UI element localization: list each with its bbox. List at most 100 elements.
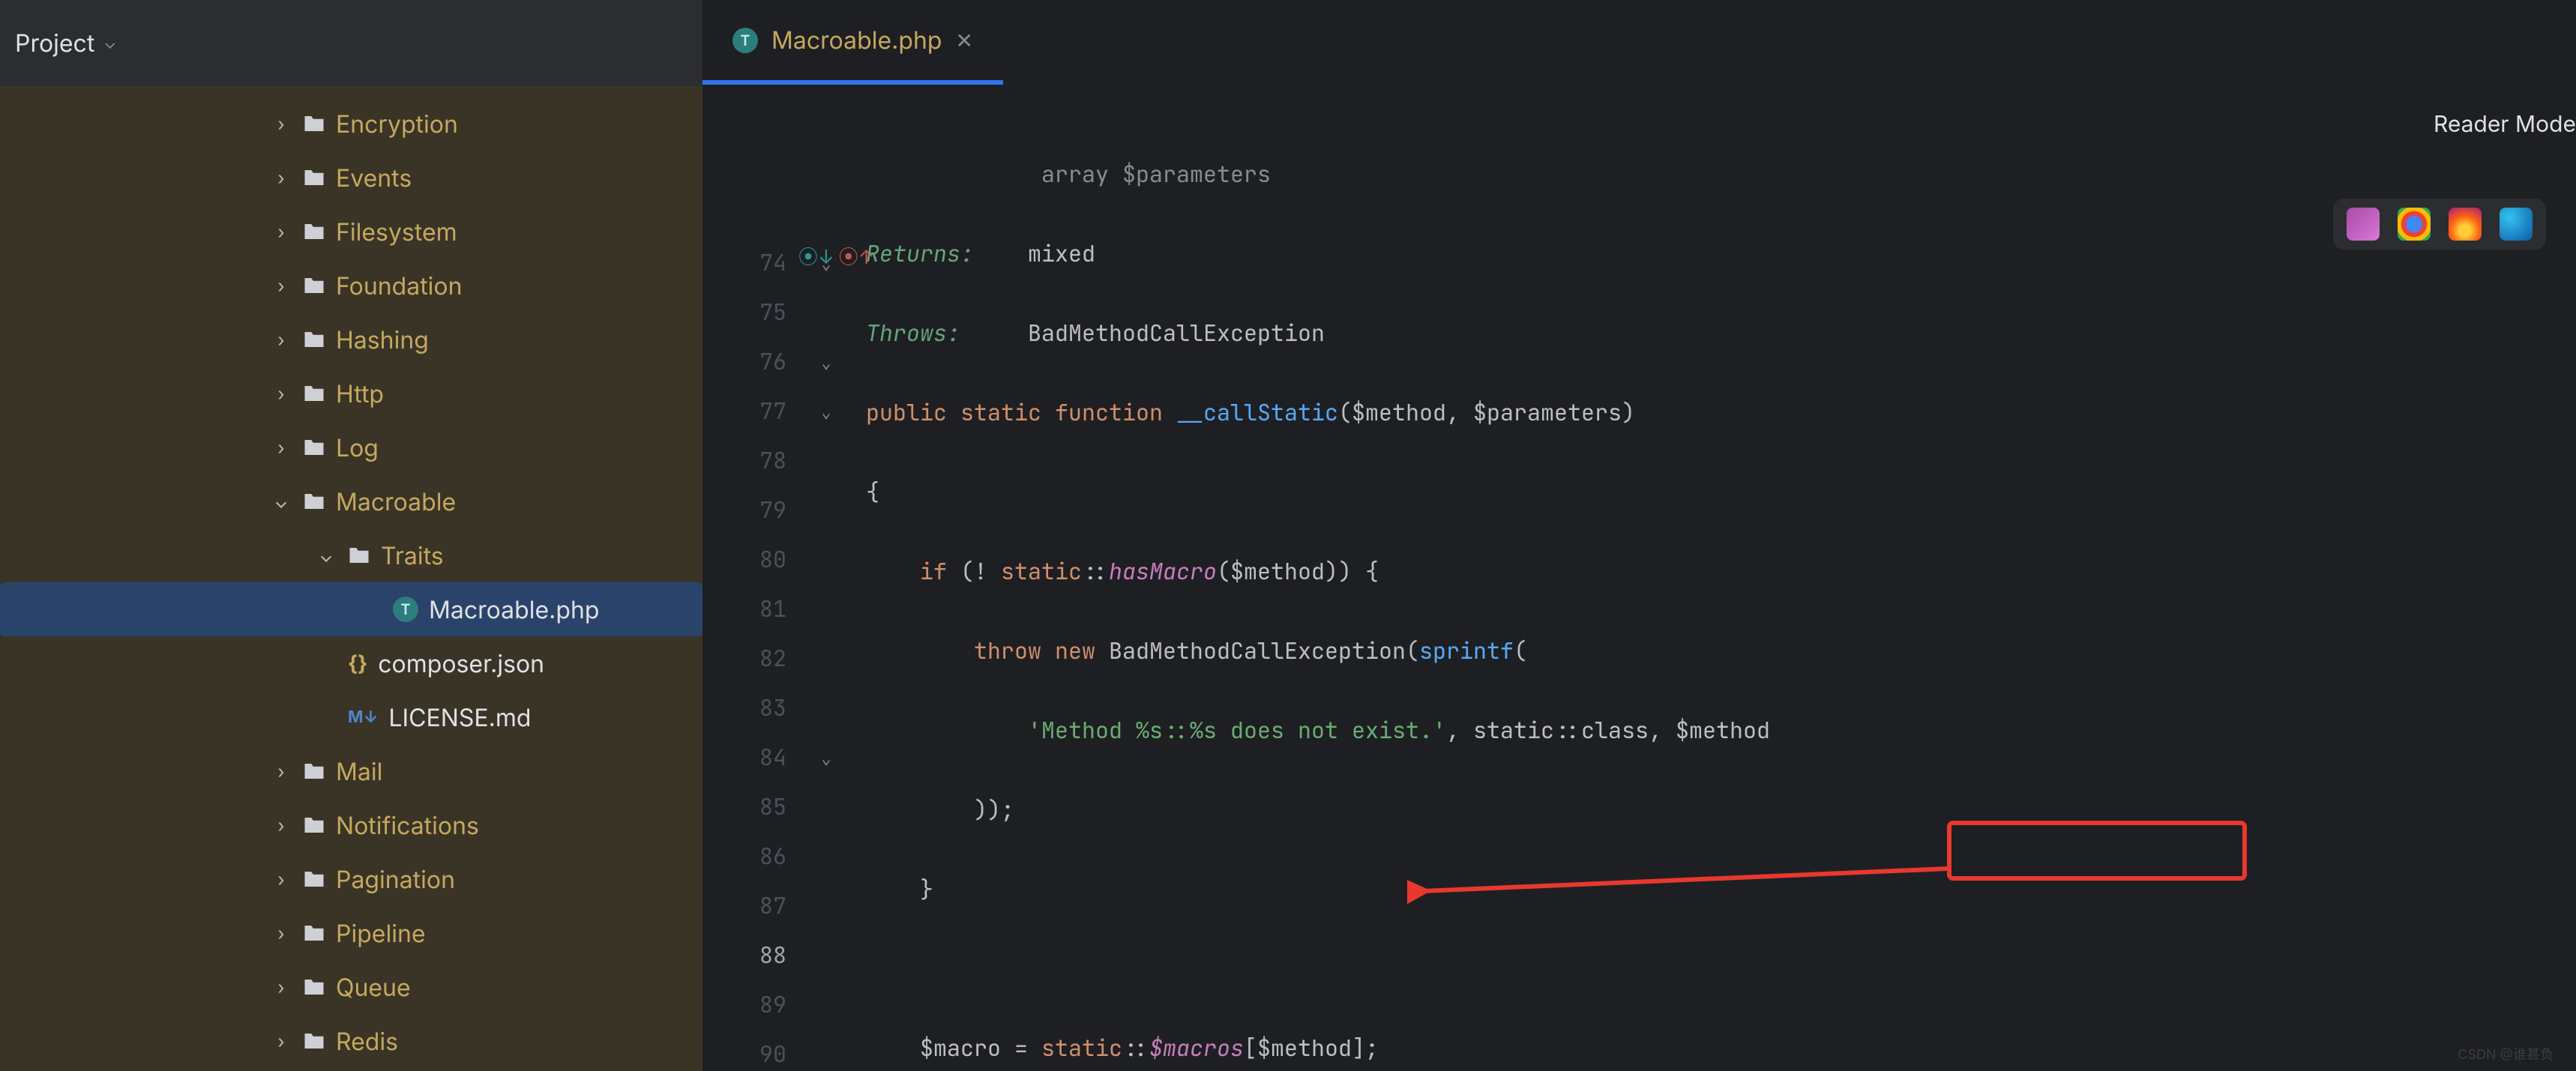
fold-toggle[interactable]: ⌄ bbox=[800, 732, 852, 782]
kw-if: if bbox=[920, 556, 947, 586]
tree-item-http[interactable]: ›Http bbox=[0, 366, 702, 420]
param-method: $method bbox=[1352, 397, 1446, 427]
call-hasmacro: hasMacro bbox=[1109, 556, 1217, 586]
chevron-down-icon[interactable]: ⌄ bbox=[315, 545, 337, 567]
tree-item-encryption[interactable]: ›Encryption bbox=[0, 97, 702, 151]
chevron-right-icon[interactable]: › bbox=[270, 221, 292, 243]
fold-toggle[interactable] bbox=[800, 287, 852, 337]
fold-gutter[interactable]: ⌄ ⌄⌄ ⌄ bbox=[800, 86, 852, 1071]
line-number[interactable]: 85 bbox=[702, 782, 786, 831]
chevron-right-icon[interactable]: › bbox=[270, 977, 292, 998]
fold-toggle[interactable] bbox=[800, 831, 852, 881]
folder-icon bbox=[303, 977, 325, 997]
fold-toggle[interactable]: ⌄ bbox=[800, 337, 852, 386]
line-number[interactable]: 82 bbox=[702, 633, 786, 683]
fold-toggle[interactable] bbox=[800, 980, 852, 1029]
line-number-gutter[interactable]: 7475767778798081828384858687888990 bbox=[702, 86, 800, 1071]
fold-toggle[interactable] bbox=[800, 534, 852, 584]
kw-static2: static bbox=[1001, 556, 1082, 586]
chevron-down-icon[interactable]: ⌄ bbox=[270, 491, 292, 513]
chevron-right-icon[interactable]: › bbox=[270, 1031, 292, 1052]
line-number[interactable]: 78 bbox=[702, 435, 786, 485]
tree-item-filesystem[interactable]: ›Filesystem bbox=[0, 205, 702, 259]
line-number[interactable]: 86 bbox=[702, 831, 786, 881]
chevron-right-icon[interactable]: › bbox=[270, 869, 292, 890]
line-number[interactable]: 89 bbox=[702, 980, 786, 1029]
fold-toggle[interactable] bbox=[800, 881, 852, 930]
tree-item-label: Pipeline bbox=[336, 919, 426, 948]
chevron-right-icon[interactable]: › bbox=[270, 437, 292, 459]
line-number[interactable]: 87 bbox=[702, 881, 786, 930]
tree-item-traits[interactable]: ⌄ Traits bbox=[0, 528, 702, 582]
tree-item-pagination[interactable]: ›Pagination bbox=[0, 852, 702, 906]
tree-item-notifications[interactable]: › Notifications bbox=[0, 798, 702, 852]
kw-static: static bbox=[960, 397, 1041, 427]
brace-close: } bbox=[920, 874, 933, 904]
chevron-down-icon[interactable]: ⌄ bbox=[821, 749, 831, 768]
fold-toggle[interactable] bbox=[800, 633, 852, 683]
fold-toggle[interactable] bbox=[800, 782, 852, 831]
line-number[interactable]: 76 bbox=[702, 337, 786, 386]
project-tool-header[interactable]: Project ⌄ bbox=[0, 0, 702, 86]
chevron-right-icon[interactable]: › bbox=[270, 329, 292, 351]
chevron-right-icon[interactable]: › bbox=[270, 815, 292, 836]
chevron-right-icon[interactable]: › bbox=[270, 275, 292, 297]
tree-item-redis[interactable]: ›Redis bbox=[0, 1014, 702, 1068]
chevron-right-icon[interactable]: › bbox=[270, 761, 292, 782]
line-number[interactable]: 75 bbox=[702, 287, 786, 337]
close-icon[interactable]: ✕ bbox=[955, 28, 972, 53]
line-number[interactable]: 77 bbox=[702, 386, 786, 435]
tree-item-macroable[interactable]: ⌄Macroable bbox=[0, 474, 702, 528]
tree-item-queue[interactable]: ›Queue bbox=[0, 960, 702, 1014]
override-down-icon[interactable]: ⦿↓ bbox=[798, 242, 834, 270]
chevron-down-icon[interactable]: ⌄ bbox=[821, 354, 831, 372]
tree-item-label: Notifications bbox=[336, 811, 479, 840]
folder-icon bbox=[303, 1031, 325, 1051]
tree-item-events[interactable]: › Events bbox=[0, 151, 702, 205]
fold-toggle[interactable] bbox=[800, 930, 852, 980]
project-tree[interactable]: ›Encryption›Events›Filesystem›Foundation… bbox=[0, 86, 702, 1071]
tree-item-label: Events bbox=[336, 163, 412, 193]
line-number[interactable]: 79 bbox=[702, 485, 786, 534]
chevron-down-icon: ⌄ bbox=[103, 35, 116, 52]
line-number[interactable]: 88 bbox=[702, 930, 786, 980]
line-number[interactable]: 90 bbox=[702, 1029, 786, 1071]
tree-item-pipeline[interactable]: › Pipeline bbox=[0, 906, 702, 960]
fold-toggle[interactable] bbox=[800, 584, 852, 633]
json-file-icon: {} bbox=[348, 651, 367, 676]
editor-tabbar: T Macroable.php ✕ bbox=[702, 0, 2576, 86]
fold-toggle[interactable] bbox=[800, 683, 852, 732]
tab-macroable[interactable]: T Macroable.php ✕ bbox=[702, 0, 1003, 85]
tree-item-composer-json[interactable]: ›{}composer.json bbox=[0, 636, 702, 690]
code-editor[interactable]: array $parameters Returns: mixed Throws:… bbox=[852, 86, 2576, 1071]
fold-toggle[interactable] bbox=[800, 435, 852, 485]
tree-item-license-md[interactable]: ›M↓LICENSE.md bbox=[0, 690, 702, 744]
line-number[interactable]: 84 bbox=[702, 732, 786, 782]
tree-item-hashing[interactable]: ›Hashing bbox=[0, 313, 702, 366]
arg-static-class: static::class bbox=[1473, 715, 1649, 745]
chevron-down-icon[interactable]: ⌄ bbox=[821, 403, 831, 422]
line-number[interactable]: 80 bbox=[702, 534, 786, 584]
chevron-right-icon[interactable]: › bbox=[270, 923, 292, 944]
close-paren: )); bbox=[974, 794, 1014, 824]
kw-function: function bbox=[1055, 397, 1163, 427]
tree-item-macroable-php[interactable]: ›TMacroable.php bbox=[0, 582, 702, 636]
chevron-right-icon[interactable]: › bbox=[270, 383, 292, 405]
arg-method2: $method bbox=[1676, 715, 1770, 745]
chevron-right-icon[interactable]: › bbox=[270, 167, 292, 189]
fold-toggle[interactable] bbox=[800, 1029, 852, 1071]
fold-toggle[interactable]: ⌄ bbox=[800, 386, 852, 435]
line-number[interactable]: 81 bbox=[702, 584, 786, 633]
folder-icon bbox=[348, 546, 370, 565]
fold-toggle[interactable] bbox=[800, 485, 852, 534]
line-number[interactable]: 74 bbox=[702, 238, 786, 287]
line-number[interactable]: 83 bbox=[702, 683, 786, 732]
tree-item-foundation[interactable]: ›Foundation bbox=[0, 259, 702, 313]
project-sidebar: Project ⌄ ›Encryption›Events›Filesystem›… bbox=[0, 0, 702, 1071]
tree-item-mail[interactable]: ›Mail bbox=[0, 744, 702, 798]
folder-icon bbox=[303, 222, 325, 241]
folder-icon bbox=[303, 168, 325, 187]
tree-item-log[interactable]: ›Log bbox=[0, 420, 702, 474]
tree-item-label: Traits bbox=[381, 541, 444, 570]
chevron-right-icon[interactable]: › bbox=[270, 113, 292, 135]
